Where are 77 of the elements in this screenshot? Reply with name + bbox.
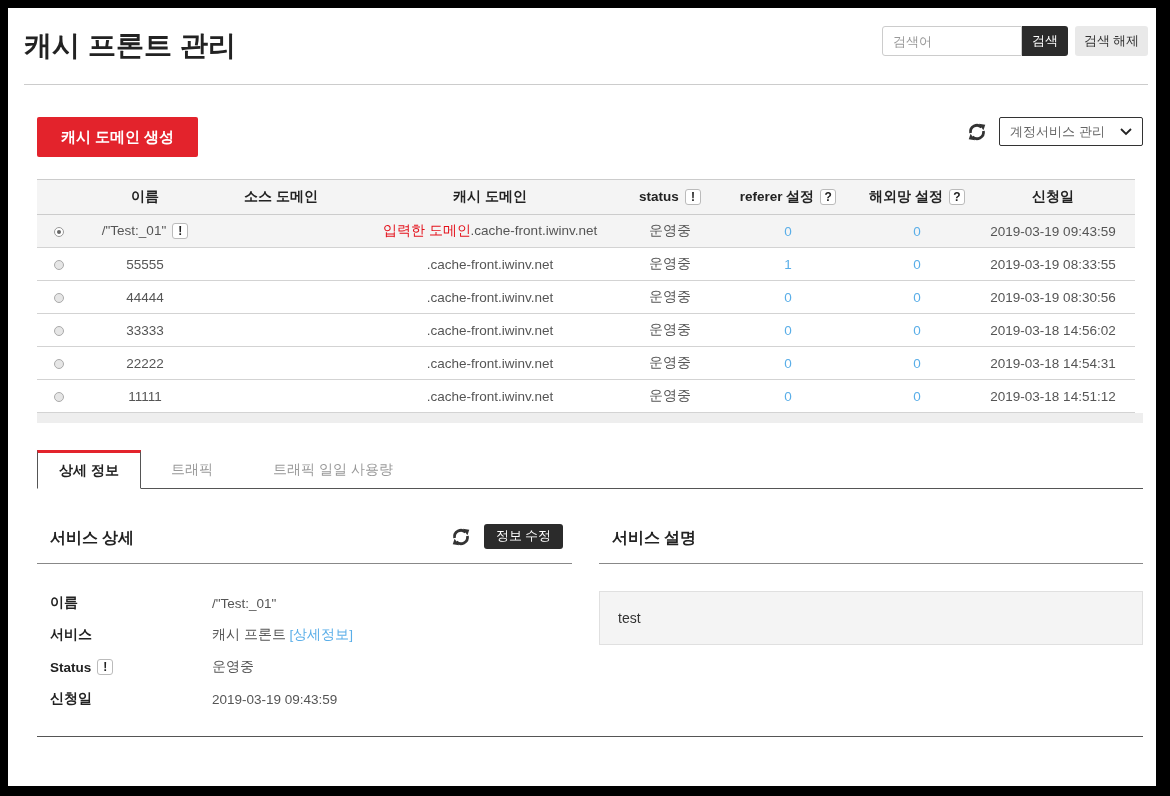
column-header: 이름 [131,189,159,204]
row-radio-button[interactable] [54,325,64,336]
search-button[interactable]: 검색 [1022,26,1068,56]
field-label: 이름 [50,594,78,612]
help-badge[interactable]: ? [948,189,965,206]
row-radio-button[interactable] [54,259,64,270]
referer-count-link[interactable]: 0 [784,223,792,239]
chevron-down-icon [1120,127,1132,136]
help-badge[interactable]: ? [820,189,837,206]
search-field[interactable]: 검색어 [882,26,1022,56]
tab[interactable]: 상세 정보 [37,450,141,489]
field-label: 신청일 [50,690,92,708]
overseas-count-link[interactable]: 0 [913,223,921,239]
info-badge[interactable]: ! [172,223,189,240]
help-badge[interactable]: ! [684,189,701,206]
referer-count-link[interactable]: 0 [784,322,792,338]
row-radio-button[interactable] [54,226,64,237]
column-header: 소스 도메인 [244,189,318,204]
table-cell: 33333 [126,322,164,338]
table-cell: 운영중 [649,256,691,271]
field-value: 캐시 프론트 [212,627,286,642]
page-title: 캐시 프론트 관리 [24,29,236,63]
table-cell: 2019-03-18 14:54:31 [990,355,1116,371]
description-text: test [618,610,641,626]
overseas-count-link[interactable]: 0 [913,388,921,404]
table-cell: 44444 [126,289,164,305]
table-cell: 운영중 [649,223,691,238]
column-header: 신청일 [1032,189,1074,204]
table-cell: 22222 [126,355,164,371]
overseas-count-link[interactable]: 0 [913,355,921,371]
create-cache-domain-button[interactable]: 캐시 도메인 생성 [37,117,198,157]
table-cell: .cache-front.iwinv.net [426,388,554,404]
table-cell: .cache-front.iwinv.net [426,256,554,272]
table-cell: .cache-front.iwinv.net [426,322,554,338]
section-title: 서비스 설명 [612,528,697,548]
field-value: 2019-03-19 09:43:59 [212,691,338,707]
overseas-count-link[interactable]: 0 [913,289,921,305]
table-cell: 2019-03-18 14:56:02 [990,322,1116,338]
table-cell: 2019-03-19 08:30:56 [990,289,1116,305]
overseas-count-link[interactable]: 0 [913,256,921,272]
field-value: 운영중 [212,659,254,674]
referer-count-link[interactable]: 0 [784,388,792,404]
field-label: Status [50,659,92,675]
info-badge[interactable]: ! [97,659,114,675]
tab[interactable]: 트래픽 일일 사용량 [243,450,423,489]
table-cell: .cache-front.iwinv.net [426,289,554,305]
field-label: 서비스 [50,626,92,644]
table-cell: 11111 [128,388,162,404]
referer-count-link[interactable]: 0 [784,289,792,305]
account-service-dropdown[interactable]: 계정서비스 관리 [999,117,1143,146]
clear-search-button[interactable]: 검색 해제 [1075,26,1148,56]
overseas-count-link[interactable]: 0 [913,322,921,338]
table-cell: 입력한 도메인.cache-front.iwinv.net [382,223,598,238]
column-header: status [639,188,679,204]
row-radio-button[interactable] [54,292,64,303]
edit-info-button[interactable]: 정보 수정 [484,524,563,549]
referer-count-link[interactable]: 0 [784,355,792,371]
table-cell: 운영중 [649,322,691,337]
table-cell: 2019-03-18 14:51:12 [990,388,1116,404]
tab[interactable]: 트래픽 [141,450,243,489]
table-cell: /"Test:_01" [101,222,167,238]
column-header: 캐시 도메인 [453,189,527,204]
table-cell: 운영중 [649,355,691,370]
field-value: /"Test:_01" [212,595,277,611]
table-cell: 운영중 [649,289,691,304]
row-radio-button[interactable] [54,358,64,369]
column-header: referer 설정 [739,189,815,204]
table-cell: 2019-03-19 08:33:55 [990,256,1116,272]
section-title: 서비스 상세 [50,528,135,548]
table-cell: 운영중 [649,388,691,403]
table-cell: 2019-03-19 09:43:59 [990,223,1116,239]
row-radio-button[interactable] [54,391,64,402]
table-cell: .cache-front.iwinv.net [426,355,554,371]
table-cell: 55555 [126,256,164,272]
referer-count-link[interactable]: 1 [784,256,792,272]
column-header: 해외망 설정 [869,189,943,204]
detail-link[interactable]: [상세정보] [289,627,354,642]
